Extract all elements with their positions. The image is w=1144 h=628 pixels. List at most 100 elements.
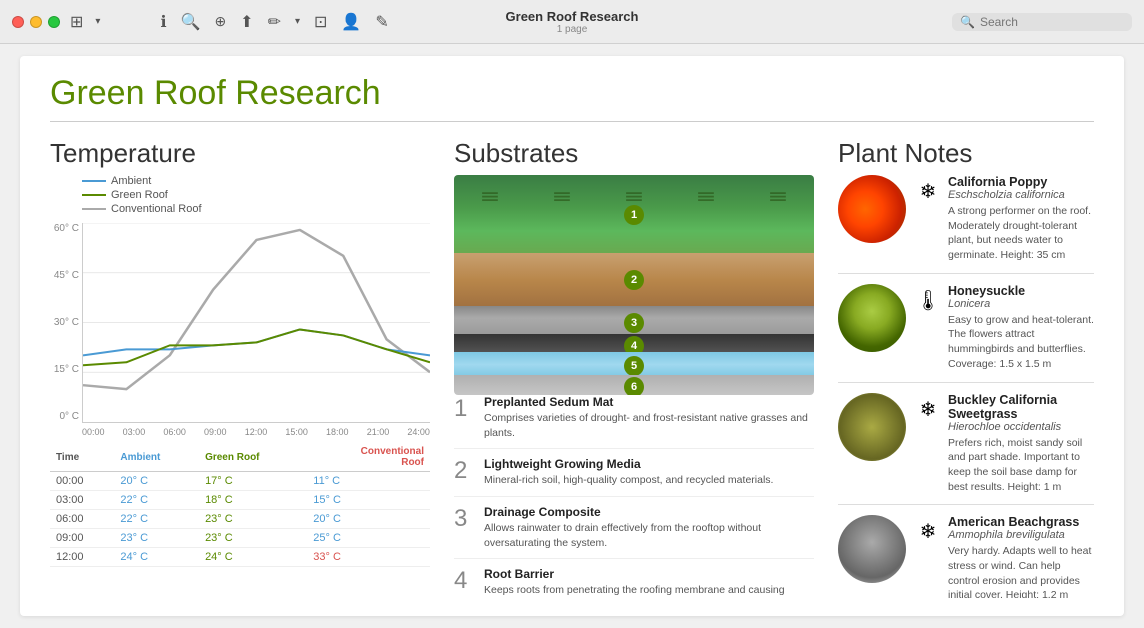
- table-row: 06:00 22° C 23° C 20° C: [50, 510, 430, 529]
- plant-desc: Very hardy. Adapts well to heat stress o…: [948, 544, 1094, 598]
- col-header-green: Green Roof: [199, 443, 307, 472]
- plant-desc: A strong performer on the roof. Moderate…: [948, 204, 1094, 263]
- cell-green: 17° C: [199, 472, 307, 491]
- cell-time: 00:00: [50, 472, 114, 491]
- plant-item: ❄ California Poppy Eschscholzia californ…: [838, 175, 1094, 274]
- ambient-line-icon: [82, 180, 106, 182]
- titlebar: ⊞ ▾ Green Roof Research 1 page ℹ 🔍 ⊕ ⬆ ✏…: [0, 0, 1144, 44]
- search-input[interactable]: [980, 15, 1120, 29]
- cell-green: 23° C: [199, 529, 307, 548]
- substrate-item: 3 Drainage Composite Allows rainwater to…: [454, 505, 814, 559]
- x-label-0900: 09:00: [204, 427, 227, 437]
- cell-conv: 11° C: [307, 472, 430, 491]
- close-button[interactable]: [12, 16, 24, 28]
- substrate-item: 1 Preplanted Sedum Mat Comprises varieti…: [454, 395, 814, 449]
- plant-info: American Beachgrass Ammophila breviligul…: [948, 515, 1094, 598]
- legend-conv-label: Conventional Roof: [111, 203, 202, 215]
- maximize-button[interactable]: [48, 16, 60, 28]
- badge-3: 3: [624, 313, 644, 333]
- search-icon: 🔍: [960, 15, 975, 29]
- x-label-1800: 18:00: [326, 427, 349, 437]
- legend-ambient: Ambient: [82, 175, 430, 187]
- substrate-content: Root Barrier Keeps roots from penetratin…: [484, 567, 814, 598]
- plant-name: American Beachgrass: [948, 515, 1094, 529]
- chevron-down-icon[interactable]: ▾: [95, 16, 100, 27]
- substrate-number: 4: [454, 567, 478, 598]
- x-axis-labels: 00:00 03:00 06:00 09:00 12:00 15:00 18:0…: [82, 427, 430, 437]
- cell-green: 23° C: [199, 510, 307, 529]
- temperature-heading: Temperature: [50, 138, 430, 169]
- temperature-section: Temperature Ambient Green Roof Conventio…: [50, 138, 430, 598]
- substrate-content: Drainage Composite Allows rainwater to d…: [484, 505, 814, 550]
- cell-ambient: 24° C: [114, 548, 199, 567]
- window-icon[interactable]: ⊡: [314, 12, 327, 32]
- conv-roof-line-icon: [82, 208, 106, 210]
- zoom-out-icon[interactable]: 🔍: [181, 12, 201, 32]
- chevron-down-tools-icon[interactable]: ▾: [295, 16, 300, 27]
- plant-icon: 🌡: [914, 284, 942, 313]
- substrate-desc: Mineral-rich soil, high-quality compost,…: [484, 473, 814, 488]
- plant-item: ❄ Buckley California Sweetgrass Hierochl…: [838, 393, 1094, 506]
- plant-notes-heading: Plant Notes: [838, 138, 1094, 169]
- badge-2: 2: [624, 270, 644, 290]
- substrate-list: 1 Preplanted Sedum Mat Comprises varieti…: [454, 395, 814, 598]
- plant-latin: Eschscholzia californica: [948, 189, 1094, 201]
- page-title: Green Roof Research: [50, 56, 1094, 122]
- plant-item: ❄ American Beachgrass Ammophila brevilig…: [838, 515, 1094, 598]
- substrate-item: 2 Lightweight Growing Media Mineral-rich…: [454, 457, 814, 497]
- cell-ambient: 20° C: [114, 472, 199, 491]
- y-label-30: 30° C: [50, 317, 79, 328]
- cell-conv: 20° C: [307, 510, 430, 529]
- cell-ambient: 22° C: [114, 491, 199, 510]
- table-row: 00:00 20° C 17° C 11° C: [50, 472, 430, 491]
- plant-item: 🌡 Honeysuckle Lonicera Easy to grow and …: [838, 284, 1094, 383]
- minimize-button[interactable]: [30, 16, 42, 28]
- substrates-section: Substrates 𝍢𝍢𝍢𝍢𝍢 1 2 3 4 5: [454, 138, 814, 598]
- edit-icon[interactable]: ✎: [375, 12, 388, 32]
- plant-name: California Poppy: [948, 175, 1094, 189]
- plant-list: ❄ California Poppy Eschscholzia californ…: [838, 175, 1094, 598]
- y-axis-labels: 60° C 45° C 30° C 15° C 0° C: [50, 223, 79, 422]
- plant-photo: [838, 175, 906, 243]
- y-label-60: 60° C: [50, 223, 79, 234]
- plant-info: California Poppy Eschscholzia californic…: [948, 175, 1094, 263]
- pen-icon[interactable]: ✏: [268, 12, 281, 32]
- share-icon[interactable]: ⬆: [240, 12, 253, 32]
- x-label-1200: 12:00: [245, 427, 268, 437]
- sidebar-toggle-icon[interactable]: ⊞: [70, 12, 83, 32]
- info-icon[interactable]: ℹ: [160, 12, 166, 32]
- plant-notes-section: Plant Notes ❄ California Poppy Eschschol…: [838, 138, 1094, 598]
- cell-ambient: 23° C: [114, 529, 199, 548]
- legend-green: Green Roof: [82, 189, 430, 201]
- search-bar[interactable]: 🔍: [952, 13, 1132, 31]
- window-controls: [12, 16, 60, 28]
- substrate-title: Lightweight Growing Media: [484, 457, 814, 471]
- substrate-title: Root Barrier: [484, 567, 814, 581]
- x-label-0600: 06:00: [163, 427, 186, 437]
- zoom-in-icon[interactable]: ⊕: [214, 13, 226, 30]
- substrate-number: 2: [454, 457, 478, 488]
- doc-title: Green Roof Research: [506, 9, 639, 24]
- table-row: 03:00 22° C 18° C 15° C: [50, 491, 430, 510]
- legend-ambient-label: Ambient: [111, 175, 151, 187]
- substrate-content: Lightweight Growing Media Mineral-rich s…: [484, 457, 814, 488]
- person-icon[interactable]: 👤: [341, 12, 361, 32]
- cell-conv: 25° C: [307, 529, 430, 548]
- cell-time: 09:00: [50, 529, 114, 548]
- substrate-title: Preplanted Sedum Mat: [484, 395, 814, 409]
- plant-icon: ❄: [914, 175, 942, 204]
- cell-time: 06:00: [50, 510, 114, 529]
- cell-green: 24° C: [199, 548, 307, 567]
- plant-photo: [838, 284, 906, 352]
- plant-desc: Prefers rich, moist sandy soil and part …: [948, 436, 1094, 495]
- chart-legend: Ambient Green Roof Conventional Roof: [82, 175, 430, 215]
- x-label-0300: 03:00: [123, 427, 146, 437]
- plant-icon: ❄: [914, 393, 942, 422]
- x-label-1500: 15:00: [285, 427, 308, 437]
- y-label-45: 45° C: [50, 270, 79, 281]
- plant-name: Honeysuckle: [948, 284, 1094, 298]
- substrate-diagram: 𝍢𝍢𝍢𝍢𝍢 1 2 3 4 5 6: [454, 175, 814, 395]
- titlebar-icons: ℹ 🔍 ⊕ ⬆ ✏ ▾ ⊡ 👤 ✎: [160, 12, 388, 32]
- substrate-desc: Allows rainwater to drain effectively fr…: [484, 521, 814, 550]
- substrate-desc: Keeps roots from penetrating the roofing…: [484, 583, 814, 598]
